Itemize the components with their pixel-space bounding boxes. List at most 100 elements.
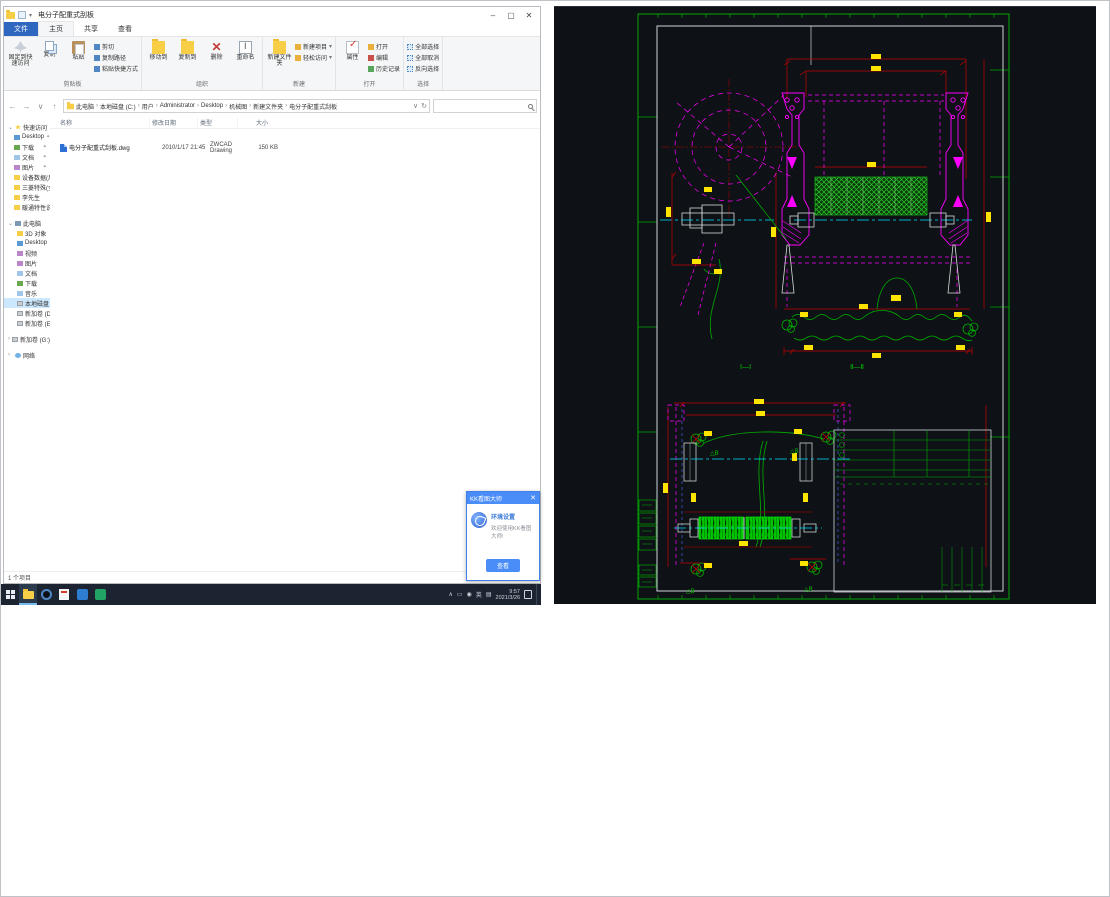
move-to-button[interactable]: 移动到 <box>145 39 172 61</box>
system-tray: ∧ ▭ ◉ 英 ▤ 9:57 2021/3/26 <box>449 584 541 605</box>
drive-icon <box>17 310 23 316</box>
tray-chevron-icon[interactable]: ∧ <box>449 591 453 598</box>
back-button[interactable]: ← <box>7 102 18 111</box>
breadcrumb-drive-c[interactable]: 本地磁盘 (C:) <box>100 102 136 111</box>
copy-to-button[interactable]: 复制到 <box>174 39 201 61</box>
window-title: 电分子配重式刮板 <box>38 12 95 19</box>
sidebar-item-local-disk-c[interactable]: 本地磁盘 (C:) <box>4 298 50 308</box>
tab-file[interactable]: 文件 <box>4 22 38 36</box>
cut-button[interactable]: 剪切 <box>94 42 138 51</box>
sidebar-item-network[interactable]: › 网络 <box>4 350 50 360</box>
sidebar-item-downloads-qa[interactable]: 下载 ✦ <box>4 142 50 152</box>
input-method-indicator[interactable]: 英 <box>476 590 482 599</box>
tray-volume-icon[interactable]: ◉ <box>467 591 472 598</box>
recent-locations-caret-icon[interactable]: ∨ <box>35 102 46 111</box>
desktop: ▾ 电分子配重式刮板 – ▢ ✕ 文件 主页 共享 查看 固定到快速访问 复制 … <box>0 0 1110 897</box>
dialog-close-icon[interactable]: ✕ <box>530 494 536 502</box>
sidebar-item-folder-3[interactable]: 李先生 <box>4 192 50 202</box>
search-input[interactable] <box>437 103 528 109</box>
taskbar-office-app[interactable] <box>55 584 73 605</box>
sidebar-item-folder-2[interactable]: 三菱特殊(全套图纸 <box>4 182 50 192</box>
sidebar-item-documents-qa[interactable]: 文档 ✦ <box>4 152 50 162</box>
edit-button[interactable]: 编辑 <box>368 53 400 62</box>
sidebar-item-volume-g[interactable]: › 新加卷 (G:) <box>4 334 50 344</box>
taskbar-browser[interactable] <box>37 584 55 605</box>
rename-button[interactable]: 重命名 <box>232 39 259 61</box>
easy-access-button[interactable]: 轻松访问 ▾ <box>295 53 332 62</box>
ribbon-group-organize: 移动到 复制到 ✕ 删除 重命名 组织 <box>142 37 264 90</box>
show-desktop-button[interactable] <box>536 584 538 605</box>
forward-button[interactable]: → <box>21 102 32 111</box>
notification-center-icon[interactable] <box>524 590 532 599</box>
breadcrumb-drawings[interactable]: 机械图 <box>229 102 247 111</box>
taskbar-clock[interactable]: 9:57 2021/3/26 <box>496 589 520 601</box>
select-all-button[interactable]: 全部选择 <box>407 42 439 51</box>
qat-caret-icon[interactable]: ▾ <box>29 12 32 19</box>
column-header-type[interactable]: 类型 <box>198 117 238 127</box>
properties-button[interactable]: 属性 <box>339 39 366 61</box>
taskbar-blue-app[interactable] <box>73 584 91 605</box>
sidebar-item-videos[interactable]: 视频 <box>4 248 50 258</box>
breadcrumb-new-folder[interactable]: 新建文件夹 <box>253 102 283 111</box>
tab-share[interactable]: 共享 <box>74 22 108 36</box>
breadcrumb[interactable]: 此电脑 › 本地磁盘 (C:) › 用户 › Administrator › D… <box>63 99 430 113</box>
address-dropdown-caret-icon[interactable]: ∨ <box>413 102 418 110</box>
properties-icon <box>346 41 360 54</box>
breadcrumb-desktop[interactable]: Desktop <box>201 103 223 109</box>
sidebar-item-pictures[interactable]: 图片 <box>4 258 50 268</box>
sidebar-item-music[interactable]: 音乐 <box>4 288 50 298</box>
refresh-icon[interactable]: ↻ <box>421 102 427 110</box>
column-header-size[interactable]: 大小 <box>238 118 268 127</box>
history-button[interactable]: 历史记录 <box>368 64 400 73</box>
sidebar-this-pc[interactable]: ⌄ 此电脑 <box>4 218 50 228</box>
sidebar-item-desktop-qa[interactable]: Desktop ✦ <box>4 132 50 142</box>
new-folder-button[interactable]: 新建文件夹 <box>266 39 293 67</box>
paste-button[interactable]: 粘贴 <box>65 39 92 61</box>
open-icon <box>368 43 375 50</box>
file-row[interactable]: 电分子配重式刮板.dwg 2010/1/17 21:45 ZWCAD Drawi… <box>50 142 540 154</box>
tab-view[interactable]: 查看 <box>108 22 142 36</box>
maximize-button[interactable]: ▢ <box>502 8 520 22</box>
sidebar-item-folder-4[interactable]: 暖通特性说明书 <box>4 202 50 212</box>
open-button[interactable]: 打开 <box>368 42 400 51</box>
start-button[interactable] <box>1 584 19 605</box>
column-header-modified[interactable]: 修改日期 <box>150 117 198 127</box>
sidebar-item-documents[interactable]: 文档 <box>4 268 50 278</box>
sidebar-item-downloads[interactable]: 下载 <box>4 278 50 288</box>
breadcrumb-this-pc[interactable]: 此电脑 <box>76 102 94 111</box>
tray-battery-icon[interactable]: ▤ <box>486 591 492 598</box>
cad-viewer: Ⅰ—Ⅰ Ⅱ—Ⅱ △B △B △B △B <box>554 6 1096 604</box>
copy-path-button[interactable]: 复制路径 <box>94 53 138 62</box>
taskbar-cad-app[interactable] <box>91 584 109 605</box>
quick-access-toolbar-icon[interactable] <box>18 11 26 19</box>
breadcrumb-administrator[interactable]: Administrator <box>160 103 195 109</box>
sidebar-item-folder-1[interactable]: 设备数据(用户电脑 <box>4 172 50 182</box>
minimize-button[interactable]: – <box>484 8 502 22</box>
sidebar-quick-access[interactable]: ⌄ 快速访问 <box>4 122 50 132</box>
sidebar-item-volume-e[interactable]: 新加卷 (E:) <box>4 318 50 328</box>
sidebar-item-volume-d[interactable]: 新加卷 (D:) <box>4 308 50 318</box>
invert-selection-button[interactable]: 反向选择 <box>407 64 439 73</box>
select-all-icon <box>407 43 414 50</box>
sidebar-item-3d-objects[interactable]: 3D 对象 <box>4 228 50 238</box>
sidebar-item-pictures-qa[interactable]: 图片 ✦ <box>4 162 50 172</box>
copy-button[interactable]: 复制 <box>36 39 63 58</box>
dialog-view-button[interactable]: 查看 <box>486 559 520 572</box>
up-button[interactable]: ↑ <box>49 102 60 111</box>
breadcrumb-users[interactable]: 用户 <box>142 102 154 111</box>
select-none-button[interactable]: 全部取消 <box>407 53 439 62</box>
new-item-icon <box>295 43 302 50</box>
tab-home[interactable]: 主页 <box>38 21 74 36</box>
taskbar-file-explorer[interactable] <box>19 584 37 605</box>
column-header-name[interactable]: 名称 <box>50 117 150 127</box>
tray-display-icon[interactable]: ▭ <box>457 591 463 598</box>
search-box[interactable] <box>433 99 537 113</box>
delete-button[interactable]: ✕ 删除 <box>203 39 230 62</box>
new-item-button[interactable]: 新建项目 ▾ <box>295 42 332 51</box>
close-button[interactable]: ✕ <box>520 8 538 22</box>
navigation-pane: ⌄ 快速访问 Desktop ✦ 下载 ✦ 文档 ✦ 图片 ✦ 设备数据(三菱… <box>4 116 50 571</box>
breadcrumb-current-folder[interactable]: 电分子配重式刮板 <box>289 102 337 111</box>
pin-to-quick-access-button[interactable]: 固定到快速访问 <box>7 39 34 67</box>
paste-shortcut-button[interactable]: 粘贴快捷方式 <box>94 64 138 73</box>
sidebar-item-desktop[interactable]: Desktop <box>4 238 50 248</box>
